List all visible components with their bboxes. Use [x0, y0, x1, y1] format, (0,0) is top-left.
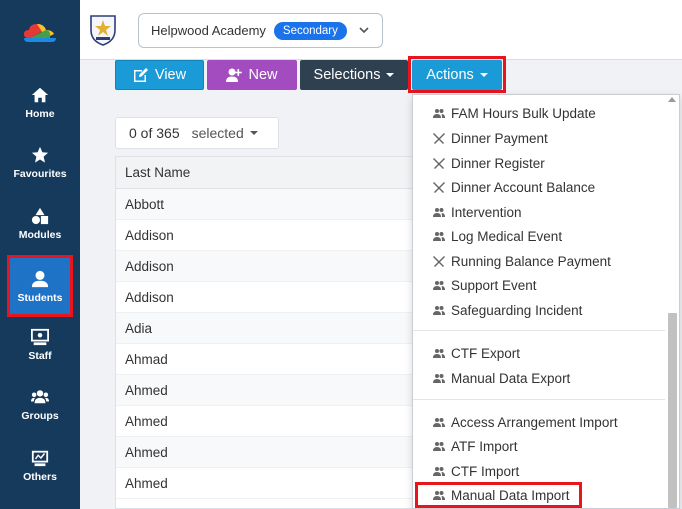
sidebar-item-label: Staff	[28, 350, 52, 362]
menu-item-dinner-register[interactable]: Dinner Register	[433, 152, 545, 174]
caret-down-icon	[479, 73, 488, 77]
sidebar-item-home[interactable]: Home	[0, 74, 80, 132]
menu-item-ctf-export[interactable]: CTF Export	[433, 342, 520, 364]
sidebar-item-staff[interactable]: Staff	[0, 316, 80, 374]
actions-button-label: Actions	[426, 67, 474, 83]
people-icon	[433, 349, 445, 358]
sidebar: Home Favourites Modules Students Staff G…	[0, 0, 80, 509]
menu-item-running-balance-payment[interactable]: Running Balance Payment	[433, 250, 611, 272]
table-row[interactable]: Addison	[116, 251, 414, 282]
menu-item-fam-hours-bulk-update[interactable]: FAM Hours Bulk Update	[433, 102, 596, 124]
sidebar-item-label: Students	[17, 292, 63, 304]
table-body: Abbott Addison Addison Addison Adia Ahma…	[116, 189, 414, 499]
add-user-icon	[226, 68, 243, 82]
students-table: Last Name Abbott Addison Addison Addison…	[115, 156, 415, 509]
menu-item-manual-data-import[interactable]: Manual Data Import	[433, 484, 570, 506]
cutlery-icon	[433, 158, 445, 169]
school-name: Helpwood Academy	[151, 23, 266, 38]
menu-divider	[413, 399, 665, 400]
school-crest-icon	[90, 15, 116, 46]
sidebar-item-label: Groups	[21, 410, 59, 422]
menu-item-support-event[interactable]: Support Event	[433, 274, 537, 296]
menu-item-safeguarding-incident[interactable]: Safeguarding Incident	[433, 299, 582, 321]
home-icon	[31, 87, 49, 103]
school-selector[interactable]: Helpwood Academy Secondary	[138, 13, 383, 48]
actions-dropdown-menu: FAM Hours Bulk Update Dinner Payment Din…	[412, 94, 680, 509]
people-icon	[433, 442, 445, 451]
cutlery-icon	[433, 256, 445, 267]
sidebar-item-label: Modules	[18, 229, 62, 241]
people-icon	[433, 306, 445, 315]
menu-item-dinner-payment[interactable]: Dinner Payment	[433, 127, 548, 149]
view-button-label: View	[154, 67, 187, 83]
new-button[interactable]: New	[207, 60, 297, 90]
caret-down-icon	[249, 131, 258, 135]
sidebar-item-label: Favourites	[13, 168, 67, 180]
people-icon	[433, 418, 445, 427]
sidebar-item-modules[interactable]: Modules	[0, 195, 80, 253]
people-icon	[433, 109, 445, 118]
menu-item-access-arrangement-import[interactable]: Access Arrangement Import	[433, 411, 618, 433]
table-row[interactable]: Ahmed	[116, 468, 414, 499]
sidebar-item-others[interactable]: Others	[0, 437, 80, 495]
sidebar-item-groups[interactable]: Groups	[0, 376, 80, 434]
table-row[interactable]: Adia	[116, 313, 414, 344]
selection-label: selected	[191, 125, 244, 141]
table-row[interactable]: Ahmed	[116, 437, 414, 468]
cutlery-icon	[433, 133, 445, 144]
user-icon	[31, 270, 49, 288]
groups-icon	[31, 390, 49, 404]
selection-count: 0 of 365	[129, 125, 180, 141]
menu-item-manual-data-export[interactable]: Manual Data Export	[433, 367, 570, 389]
edit-icon	[133, 68, 148, 82]
table-row[interactable]: Ahmad	[116, 344, 414, 375]
people-icon	[433, 374, 445, 383]
others-icon	[31, 450, 49, 467]
shapes-icon	[31, 207, 49, 225]
selection-counter[interactable]: 0 of 365 selected	[115, 117, 279, 149]
menu-divider	[413, 330, 665, 331]
menu-item-dinner-account-balance[interactable]: Dinner Account Balance	[433, 176, 595, 198]
staff-icon	[31, 328, 49, 346]
table-row[interactable]: Ahmed	[116, 375, 414, 406]
people-icon	[433, 281, 445, 290]
column-header-last-name[interactable]: Last Name	[116, 157, 414, 189]
cutlery-icon	[433, 182, 445, 193]
actions-button[interactable]: Actions	[412, 60, 502, 90]
selections-button[interactable]: Selections	[300, 60, 408, 90]
scroll-up-arrow-icon[interactable]	[668, 97, 676, 102]
top-bar: Helpwood Academy Secondary	[80, 0, 682, 60]
table-row[interactable]: Ahmed	[116, 406, 414, 437]
star-icon	[31, 146, 49, 163]
menu-item-atf-import[interactable]: ATF Import	[433, 435, 518, 457]
people-icon	[433, 467, 445, 476]
caret-down-icon	[386, 73, 395, 77]
selections-button-label: Selections	[313, 67, 381, 83]
table-row[interactable]: Abbott	[116, 189, 414, 220]
table-row[interactable]: Addison	[116, 282, 414, 313]
people-icon	[433, 208, 445, 217]
chevron-down-icon	[359, 27, 369, 34]
new-button-label: New	[248, 67, 278, 83]
menu-item-log-medical-event[interactable]: Log Medical Event	[433, 225, 562, 247]
sidebar-item-favourites[interactable]: Favourites	[0, 134, 80, 192]
sidebar-item-label: Home	[25, 108, 55, 120]
view-button[interactable]: View	[115, 60, 204, 90]
school-phase-badge: Secondary	[273, 21, 347, 40]
people-icon	[433, 491, 445, 500]
sidebar-item-students[interactable]: Students	[9, 258, 71, 316]
menu-scrollbar-thumb[interactable]	[668, 313, 677, 508]
table-row[interactable]: Addison	[116, 220, 414, 251]
menu-item-intervention[interactable]: Intervention	[433, 201, 522, 223]
sidebar-item-label: Others	[23, 471, 57, 483]
people-icon	[433, 232, 445, 241]
menu-item-ctf-import[interactable]: CTF Import	[433, 460, 519, 482]
app-logo[interactable]	[24, 20, 56, 42]
